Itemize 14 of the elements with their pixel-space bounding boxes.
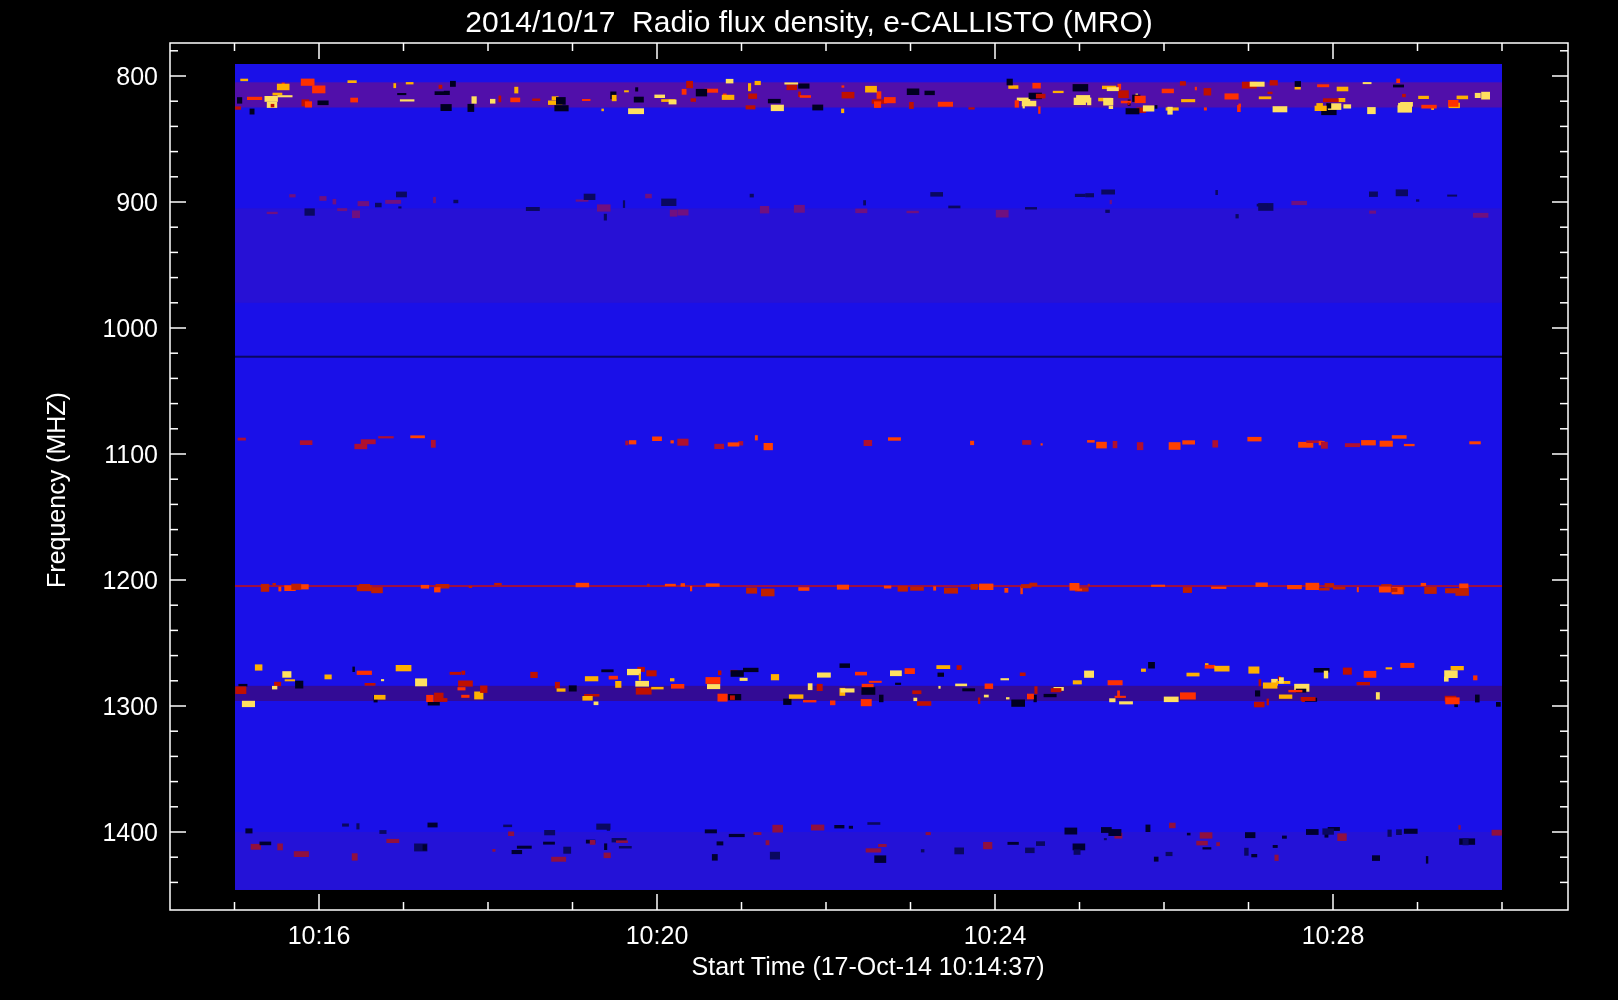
x-tick-label: 10:20 xyxy=(625,921,689,949)
y-tick-label: 1000 xyxy=(102,314,158,342)
y-tick-label: 800 xyxy=(116,62,158,90)
x-tick-label: 10:16 xyxy=(287,921,351,949)
y-axis-label: Frequency (MHZ) xyxy=(42,392,70,588)
y-tick-label: 900 xyxy=(116,188,158,216)
x-tick-label: 10:24 xyxy=(963,921,1027,949)
x-tick-label: 10:28 xyxy=(1301,921,1365,949)
y-tick-label: 1200 xyxy=(102,566,158,594)
x-axis-label: Start Time (17-Oct-14 10:14:37) xyxy=(691,952,1045,980)
chart-title: 2014/10/17 Radio flux density, e-CALLISTO (MRO) xyxy=(465,5,1153,38)
y-tick-label: 1400 xyxy=(102,818,158,846)
y-tick-label: 1300 xyxy=(102,692,158,720)
y-tick-label: 1100 xyxy=(104,440,158,468)
